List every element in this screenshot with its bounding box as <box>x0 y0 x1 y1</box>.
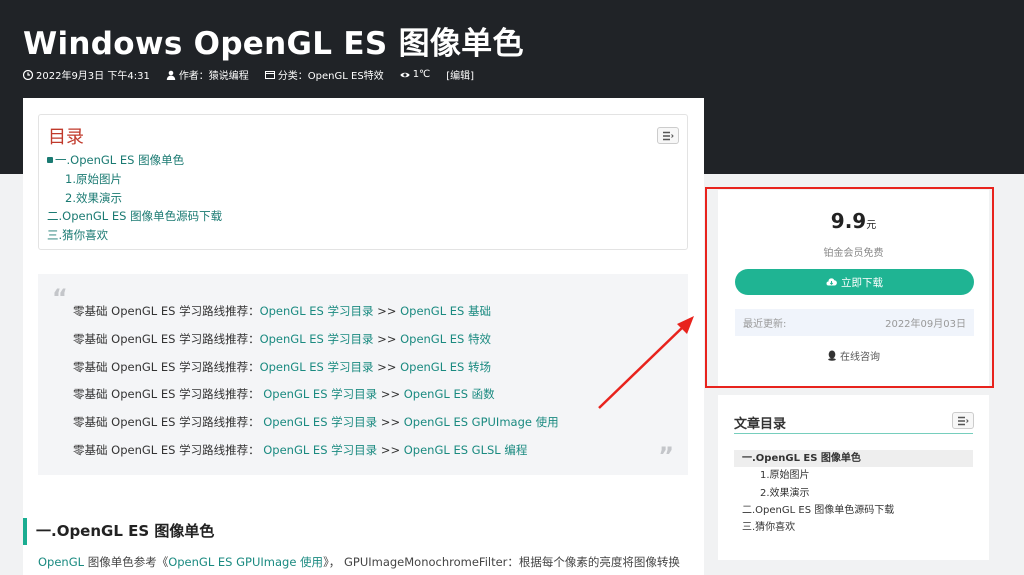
article-toc: 目录 一.OpenGL ES 图像单色 1.原始图片 2.效果演示 二.Open… <box>38 114 688 250</box>
sidebar-toc-title: 文章目录 <box>734 417 787 432</box>
opengl-link[interactable]: OpenGL <box>38 555 84 569</box>
meta-views-text: 1℃ <box>412 69 431 80</box>
page-title: Windows OpenGL ES 图像单色 <box>23 26 524 62</box>
edit-link[interactable]: [编辑] <box>446 67 474 82</box>
separator: >> <box>373 304 401 318</box>
toc-item[interactable]: 二.OpenGL ES 图像单色源码下载 <box>47 207 222 226</box>
folder-icon <box>264 70 275 79</box>
user-icon <box>166 70 176 80</box>
sidebar-toc-item[interactable]: 2.效果演示 <box>734 485 973 502</box>
topic-link[interactable]: OpenGL ES GLSL 编程 <box>404 443 528 457</box>
separator: >> <box>377 442 404 457</box>
gpuimage-link[interactable]: OpenGL ES GPUImage 使用 <box>168 555 323 569</box>
sidebar-toc-list: 一.OpenGL ES 图像单色 1.原始图片 2.效果演示 二.OpenGL … <box>734 450 973 536</box>
list-item: 零基础 OpenGL ES 学习路线推荐：OpenGL ES 学习目录 >> O… <box>73 303 559 331</box>
list-item: 零基础 OpenGL ES 学习路线推荐： OpenGL ES 学习目录 >> … <box>73 442 559 470</box>
meta-category[interactable]: 分类：OpenGL ES特效 <box>264 67 384 82</box>
highlight-frame <box>705 187 994 388</box>
toc-link[interactable]: OpenGL ES 学习目录 <box>263 387 377 401</box>
post-meta: 2022年9月3日 下午4:31 作者：猿说编程 分类：OpenGL ES特效 … <box>23 67 474 82</box>
learning-path-list: 零基础 OpenGL ES 学习路线推荐：OpenGL ES 学习目录 >> O… <box>73 303 559 470</box>
separator: >> <box>373 331 401 346</box>
clock-icon <box>23 69 33 80</box>
meta-author-text: 作者：猿说编程 <box>178 71 249 82</box>
topic-link[interactable]: OpenGL ES GPUImage 使用 <box>404 415 559 429</box>
quote-close-icon: ” <box>658 442 674 470</box>
section-paragraph: OpenGL 图像单色参考《OpenGL ES GPUImage 使用》， GP… <box>38 554 680 570</box>
line-prefix: 零基础 OpenGL ES 学习路线推荐： <box>73 304 260 318</box>
topic-link[interactable]: OpenGL ES 函数 <box>404 387 495 401</box>
toc-item-label: 三.猜你喜欢 <box>47 228 109 243</box>
section-heading: 一.OpenGL ES 图像单色 <box>23 518 214 545</box>
meta-views: 1℃ <box>399 67 431 82</box>
toc-item[interactable]: 1.原始图片 <box>47 170 222 189</box>
meta-category-text: 分类：OpenGL ES特效 <box>277 71 384 82</box>
line-prefix: 零基础 OpenGL ES 学习路线推荐： <box>73 359 260 374</box>
topic-link[interactable]: OpenGL ES 基础 <box>400 304 491 318</box>
toc-link[interactable]: OpenGL ES 学习目录 <box>263 415 377 429</box>
toc-list: 一.OpenGL ES 图像单色 1.原始图片 2.效果演示 二.OpenGL … <box>47 151 222 245</box>
separator: >> <box>377 387 404 402</box>
toc-link[interactable]: OpenGL ES 学习目录 <box>260 360 374 374</box>
toc-item-label: 1.原始图片 <box>65 171 122 186</box>
toc-item-label: 一.OpenGL ES 图像单色 <box>55 153 185 167</box>
topic-link[interactable]: OpenGL ES 转场 <box>400 360 491 374</box>
toc-item[interactable]: 一.OpenGL ES 图像单色 <box>47 151 222 170</box>
bullet-icon <box>47 157 53 163</box>
toc-link[interactable]: OpenGL ES 学习目录 <box>263 443 377 457</box>
divider <box>734 433 973 434</box>
toc-title: 目录 <box>48 127 84 148</box>
topic-link[interactable]: OpenGL ES 特效 <box>400 332 491 346</box>
list-icon <box>958 416 969 425</box>
sidebar-toc-item[interactable]: 三.猜你喜欢 <box>734 519 973 536</box>
meta-author[interactable]: 作者：猿说编程 <box>166 67 249 82</box>
toc-item-label: 二.OpenGL ES 图像单色源码下载 <box>47 209 223 224</box>
meta-date-text: 2022年9月3日 下午4:31 <box>36 71 150 82</box>
line-prefix: 零基础 OpenGL ES 学习路线推荐： <box>73 415 264 430</box>
toc-item[interactable]: 2.效果演示 <box>47 189 222 208</box>
toc-link[interactable]: OpenGL ES 学习目录 <box>260 332 374 346</box>
toc-item[interactable]: 三.猜你喜欢 <box>47 226 222 245</box>
annotation-arrow <box>598 316 694 409</box>
toc-toggle-button[interactable] <box>657 127 679 144</box>
list-item: 零基础 OpenGL ES 学习路线推荐： OpenGL ES 学习目录 >> … <box>73 414 559 442</box>
line-prefix: 零基础 OpenGL ES 学习路线推荐： <box>73 442 264 457</box>
toc-item-label: 2.效果演示 <box>65 190 122 205</box>
toc-link[interactable]: OpenGL ES 学习目录 <box>260 304 374 318</box>
line-prefix: 零基础 OpenGL ES 学习路线推荐： <box>73 331 260 346</box>
eye-icon <box>399 72 410 77</box>
meta-date: 2022年9月3日 下午4:31 <box>23 67 150 82</box>
para-text: 》， GPUImageMonochromeFilter：根据每个像素的亮度将图像… <box>323 555 680 569</box>
sidebar-toc-item[interactable]: 1.原始图片 <box>734 467 973 484</box>
separator: >> <box>373 359 401 374</box>
list-item: 零基础 OpenGL ES 学习路线推荐：OpenGL ES 学习目录 >> O… <box>73 331 559 359</box>
list-item: 零基础 OpenGL ES 学习路线推荐：OpenGL ES 学习目录 >> O… <box>73 359 559 387</box>
sidebar-toc-item[interactable]: 一.OpenGL ES 图像单色 <box>734 450 973 468</box>
line-prefix: 零基础 OpenGL ES 学习路线推荐： <box>73 387 264 402</box>
sidebar-toc-toggle-button[interactable] <box>952 412 974 429</box>
list-item: 零基础 OpenGL ES 学习路线推荐： OpenGL ES 学习目录 >> … <box>73 386 559 414</box>
list-icon <box>663 131 674 140</box>
para-text: 图像单色参考《 <box>84 555 169 569</box>
sidebar-article-toc: 文章目录 一.OpenGL ES 图像单色 1.原始图片 2.效果演示 二.Op… <box>718 395 989 560</box>
quote-open-icon: “ <box>52 284 68 312</box>
separator: >> <box>377 415 404 430</box>
sidebar-toc-item[interactable]: 二.OpenGL ES 图像单色源码下载 <box>734 502 973 519</box>
